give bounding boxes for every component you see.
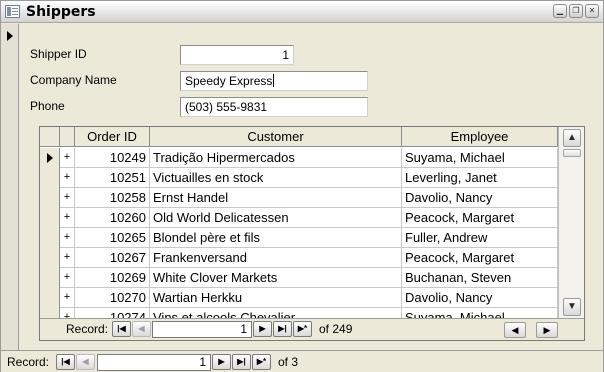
row-selector[interactable] [40,208,60,228]
customer-cell[interactable]: Blondel père et fils [150,228,402,248]
title-bar[interactable]: Shippers ▁ ❐ ✕ [1,1,603,23]
row-selector[interactable] [40,188,60,208]
form-first-record-button[interactable]: |◀ [56,354,75,370]
column-header-order-id[interactable]: Order ID [75,127,150,147]
table-row[interactable]: +10267 Frankenversand Peacock, Margaret [40,248,558,268]
company-name-value: Speedy Express [185,74,273,88]
expand-icon[interactable]: + [60,228,75,248]
order-id-cell[interactable]: 10258 [75,188,150,208]
employee-cell[interactable]: Davolio, Nancy [402,288,558,308]
subform-next-record-button[interactable]: ▶ [253,321,272,337]
row-selector[interactable] [40,288,60,308]
expand-icon[interactable]: + [60,248,75,268]
expand-icon[interactable]: + [60,168,75,188]
order-id-cell[interactable]: 10269 [75,268,150,288]
form-icon[interactable] [5,5,20,18]
form-previous-record-button[interactable]: ◀ [76,354,95,370]
phone-field[interactable]: (503) 555-9831 [180,97,368,117]
datasheet-header: Order ID Customer Employee [40,127,558,147]
text-cursor [273,74,275,87]
row-selector[interactable] [40,228,60,248]
table-row[interactable]: +10270 Wartian Herkku Davolio, Nancy [40,288,558,308]
current-row-arrow-icon [47,153,53,163]
subform-record-label: Record: [66,322,109,336]
restore-icon[interactable]: ❐ [569,4,583,18]
orders-subform[interactable]: Order ID Customer Employee +10249 Tradiçã… [39,126,585,341]
employee-cell[interactable]: Peacock, Margaret [402,208,558,228]
scroll-thumb[interactable] [563,149,581,157]
form-next-record-button[interactable]: ▶ [212,354,231,370]
expand-icon[interactable]: + [60,288,75,308]
expand-header-cell [60,127,75,147]
expand-icon[interactable]: + [60,268,75,288]
vertical-scrollbar[interactable]: ▲ ▼ [558,127,584,318]
customer-cell[interactable]: Victuailles en stock [150,168,402,188]
customer-cell[interactable]: Old World Delicatessen [150,208,402,228]
subform-record-navigation: Record: |◀ ◀ 1 ▶ ▶| ▶* of 249 ◀ ▶ [40,318,584,340]
row-selector[interactable] [40,248,60,268]
shipper-id-field[interactable]: 1 [180,45,294,65]
customer-cell[interactable]: Tradição Hipermercados [150,148,402,168]
employee-cell[interactable]: Fuller, Andrew [402,228,558,248]
row-selector[interactable] [40,148,60,168]
employee-cell[interactable]: Leverling, Janet [402,168,558,188]
employee-cell[interactable]: Buchanan, Steven [402,268,558,288]
table-row[interactable]: +10251 Victuailles en stock Leverling, Jan… [40,168,558,188]
customer-cell[interactable]: Frankenversand [150,248,402,268]
current-record-arrow-icon [7,31,13,41]
phone-label: Phone [30,99,65,113]
customer-cell[interactable]: Ernst Handel [150,188,402,208]
shippers-form-window: Shippers ▁ ❐ ✕ Shipper ID 1 Company Name… [0,0,604,372]
column-header-employee[interactable]: Employee [402,127,558,147]
form-record-count: of 3 [278,355,299,369]
order-id-cell[interactable]: 10265 [75,228,150,248]
window-title: Shippers [26,4,96,20]
table-row[interactable]: +10269 White Clover Markets Buchanan, Stev… [40,268,558,288]
employee-cell[interactable]: Davolio, Nancy [402,188,558,208]
customer-cell[interactable]: Wartian Herkku [150,288,402,308]
shipper-id-label: Shipper ID [30,47,87,61]
expand-icon[interactable]: + [60,208,75,228]
subform-previous-record-button[interactable]: ◀ [132,321,151,337]
employee-cell[interactable]: Suyama, Michael [402,148,558,168]
form-new-record-button[interactable]: ▶* [252,354,271,370]
scroll-right-button[interactable]: ▶ [536,322,558,338]
row-selector[interactable] [40,268,60,288]
scroll-down-button[interactable]: ▼ [563,298,581,316]
table-row[interactable]: +10249 Tradição Hipermercados Suyama, Mich… [40,148,558,168]
order-id-cell[interactable]: 10249 [75,148,150,168]
order-id-cell[interactable]: 10260 [75,208,150,228]
subform-record-number-input[interactable]: 1 [152,321,252,338]
company-name-field[interactable]: Speedy Express [180,71,368,91]
order-id-cell[interactable]: 10270 [75,288,150,308]
subform-new-record-button[interactable]: ▶* [293,321,312,337]
select-all-cell[interactable] [40,127,60,147]
row-selector[interactable] [40,168,60,188]
record-selector[interactable] [1,24,19,350]
column-header-customer[interactable]: Customer [150,127,402,147]
expand-icon[interactable]: + [60,188,75,208]
table-row[interactable]: +10260 Old World Delicatessen Peacock, Mar… [40,208,558,228]
order-id-cell[interactable]: 10267 [75,248,150,268]
form-last-record-button[interactable]: ▶| [232,354,251,370]
minimize-icon[interactable]: ▁ [553,4,567,18]
employee-cell[interactable]: Peacock, Margaret [402,248,558,268]
table-row[interactable]: +10265 Blondel père et fils Fuller, Andrew [40,228,558,248]
scroll-up-button[interactable]: ▲ [563,129,581,147]
expand-icon[interactable]: + [60,148,75,168]
table-row[interactable]: +10258 Ernst Handel Davolio, Nancy [40,188,558,208]
scroll-left-button[interactable]: ◀ [504,322,526,338]
subform-first-record-button[interactable]: |◀ [112,321,131,337]
company-name-label: Company Name [30,73,117,87]
form-record-label: Record: [7,355,50,369]
subform-last-record-button[interactable]: ▶| [273,321,292,337]
form-record-number-input[interactable]: 1 [97,354,211,371]
order-id-cell[interactable]: 10251 [75,168,150,188]
customer-cell[interactable]: White Clover Markets [150,268,402,288]
subform-record-count: of 249 [319,322,353,336]
form-record-navigation: Record: |◀ ◀ 1 ▶ ▶| ▶* of 3 [1,350,603,372]
close-icon[interactable]: ✕ [585,4,599,18]
